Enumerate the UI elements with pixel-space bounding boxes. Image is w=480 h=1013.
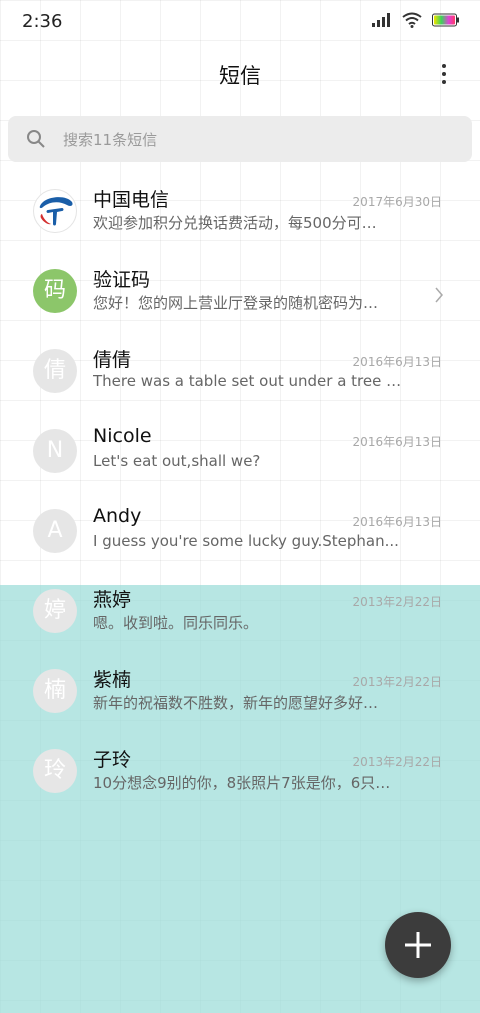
contact-name: Nicole <box>93 425 152 447</box>
conversation-item[interactable]: 楠 紫楠 2013年2月22日 新年的祝福数不胜数，新年的愿望好多好… <box>0 657 480 737</box>
message-snippet: 欢迎参加积分兑换话费活动，每500分可… <box>93 214 377 232</box>
china-telecom-logo-icon <box>33 189 77 233</box>
more-options-icon[interactable] <box>434 60 454 90</box>
app-header: 短信 <box>0 52 480 100</box>
avatar: 玲 <box>33 749 77 793</box>
plus-icon <box>405 932 431 958</box>
avatar: 码 <box>33 269 77 313</box>
message-snippet: 嗯。收到啦。同乐同乐。 <box>93 614 259 632</box>
search-icon <box>27 130 45 148</box>
message-date: 2016年6月13日 <box>352 435 442 449</box>
conversation-item[interactable]: A Andy 2016年6月13日 I guess you're some lu… <box>0 497 480 577</box>
avatar: 楠 <box>33 669 77 713</box>
conversation-item[interactable]: N Nicole 2016年6月13日 Let's eat out,shall … <box>0 417 480 497</box>
message-date: 2013年2月22日 <box>352 755 442 769</box>
conversation-item[interactable]: 婷 燕婷 2013年2月22日 嗯。收到啦。同乐同乐。 <box>0 577 480 657</box>
status-icons <box>372 12 460 28</box>
message-snippet: 新年的祝福数不胜数，新年的愿望好多好… <box>93 694 379 712</box>
conversation-item[interactable]: 中国电信 2017年6月30日 欢迎参加积分兑换话费活动，每500分可… <box>0 177 480 257</box>
contact-name: 中国电信 <box>93 189 170 211</box>
message-date: 2016年6月13日 <box>352 515 442 529</box>
message-date: 2016年6月13日 <box>352 355 442 369</box>
conversation-item[interactable]: 玲 子玲 2013年2月22日 10分想念9别的你，8张照片7张是你，6只… <box>0 737 480 817</box>
message-snippet: I guess you're some lucky guy.Stephan... <box>93 532 399 550</box>
contact-name: 倩倩 <box>93 349 132 371</box>
status-time: 2:36 <box>22 11 63 32</box>
message-date: 2013年2月22日 <box>352 595 442 609</box>
message-snippet: 您好！您的网上营业厅登录的随机密码为… <box>93 294 379 312</box>
contact-name: 子玲 <box>93 749 132 771</box>
message-snippet: 10分想念9别的你，8张照片7张是你，6只… <box>93 774 391 792</box>
search-placeholder: 搜索11条短信 <box>63 131 158 149</box>
chevron-right-icon <box>435 287 443 303</box>
message-date: 2017年6月30日 <box>352 195 442 209</box>
avatar: 倩 <box>33 349 77 393</box>
wifi-icon <box>402 12 422 28</box>
conversation-item[interactable]: 倩 倩倩 2016年6月13日 There was a table set ou… <box>0 337 480 417</box>
message-date: 2013年2月22日 <box>352 675 442 689</box>
page-title: 短信 <box>219 64 261 88</box>
status-bar: 2:36 <box>0 0 480 42</box>
avatar: A <box>33 509 77 553</box>
message-snippet: Let's eat out,shall we? <box>93 452 261 470</box>
search-bar[interactable]: 搜索11条短信 <box>8 116 472 162</box>
contact-name: 燕婷 <box>93 589 132 611</box>
contact-name: 紫楠 <box>93 669 132 691</box>
message-snippet: There was a table set out under a tree i… <box>93 372 403 390</box>
conversation-list: 中国电信 2017年6月30日 欢迎参加积分兑换话费活动，每500分可… 码 验… <box>0 177 480 817</box>
avatar: N <box>33 429 77 473</box>
signal-icon <box>372 13 390 27</box>
new-message-button[interactable] <box>385 912 451 978</box>
contact-name: 验证码 <box>93 269 151 291</box>
battery-icon <box>432 13 459 27</box>
avatar: 婷 <box>33 589 77 633</box>
conversation-item[interactable]: 码 验证码 您好！您的网上营业厅登录的随机密码为… <box>0 257 480 337</box>
contact-name: Andy <box>93 505 142 527</box>
